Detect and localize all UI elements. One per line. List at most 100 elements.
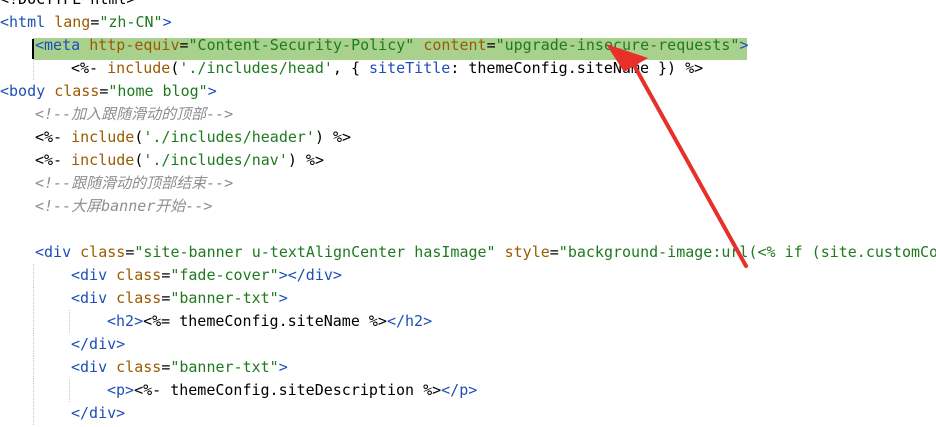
code-token: <%- bbox=[71, 59, 108, 77]
code-token: siteTitle bbox=[369, 59, 451, 77]
code-token: "upgrade-insecure-requests" bbox=[495, 36, 740, 54]
code-token: > bbox=[278, 289, 288, 307]
code-token: <body bbox=[0, 82, 46, 100]
code-token: lang bbox=[54, 13, 91, 31]
code-token: : themeConfig.siteName }) %> bbox=[450, 59, 704, 77]
code-token: = bbox=[90, 13, 100, 31]
code-line[interactable]: <div class="banner-txt"> bbox=[71, 356, 288, 379]
code-token: </p> bbox=[441, 381, 478, 399]
code-token: = bbox=[549, 243, 559, 261]
code-token: = bbox=[125, 243, 135, 261]
code-line[interactable]: <!DOCTYPE html> bbox=[0, 0, 135, 11]
code-line[interactable]: <%- include('./includes/nav') %> bbox=[35, 149, 324, 172]
code-token: = bbox=[486, 36, 496, 54]
code-line[interactable]: <!--跟随滑动的顶部结束--> bbox=[35, 172, 233, 195]
code-token: > bbox=[207, 82, 217, 100]
code-token: > bbox=[278, 358, 288, 376]
code-token: "banner-txt" bbox=[170, 289, 279, 307]
code-token: ) %> bbox=[314, 128, 352, 146]
code-token: "site-banner u-textAlignCenter hasImage" bbox=[134, 243, 496, 261]
code-token: http-equiv bbox=[89, 36, 180, 54]
code-token: class bbox=[80, 243, 126, 261]
indent-guide bbox=[33, 310, 34, 333]
code-token: </h2> bbox=[386, 312, 433, 330]
indent-guide bbox=[33, 402, 34, 425]
code-token: </div> bbox=[71, 404, 126, 422]
code-token: <%= themeConfig.siteName %> bbox=[143, 312, 387, 330]
code-line[interactable]: </div> bbox=[71, 402, 125, 425]
code-token: <h2> bbox=[107, 312, 144, 330]
indent-guide bbox=[33, 379, 34, 402]
code-line[interactable]: <%- include('./includes/head', { siteTit… bbox=[71, 57, 703, 80]
code-token: > bbox=[162, 13, 172, 31]
indent-guide bbox=[33, 333, 34, 356]
code-line[interactable]: <div class="fade-cover"></div> bbox=[71, 264, 342, 287]
indent-guide bbox=[33, 264, 34, 287]
code-line[interactable]: </div> bbox=[71, 333, 125, 356]
code-token: <!--大屏banner开始--> bbox=[35, 197, 213, 215]
code-token: = bbox=[161, 358, 171, 376]
code-token: <%- bbox=[35, 128, 72, 146]
code-token: "background-image:url(<% if (site.custom… bbox=[558, 243, 936, 261]
code-line[interactable]: <h2><%= themeConfig.siteName %></h2> bbox=[107, 310, 432, 333]
code-token: ) %> bbox=[287, 151, 324, 169]
code-token: <!--跟随滑动的顶部结束--> bbox=[35, 174, 234, 192]
code-token: './includes/nav' bbox=[143, 151, 288, 169]
code-line[interactable]: <div class="site-banner u-textAlignCente… bbox=[35, 241, 936, 264]
code-token: include bbox=[71, 151, 135, 169]
code-line[interactable]: <body class="home blog"> bbox=[0, 80, 217, 103]
code-token: class bbox=[54, 82, 100, 100]
code-token: <html bbox=[0, 13, 46, 31]
code-editor[interactable]: <!DOCTYPE html><html lang="zh-CN"><meta … bbox=[0, 0, 936, 427]
code-line[interactable]: <!--大屏banner开始--> bbox=[35, 195, 212, 218]
code-line[interactable]: <%- include('./includes/header') %> bbox=[35, 126, 351, 149]
code-token: "banner-txt" bbox=[170, 358, 279, 376]
code-token: './includes/header' bbox=[143, 128, 315, 146]
code-line[interactable]: <div class="banner-txt"> bbox=[71, 287, 288, 310]
code-token: "zh-CN" bbox=[99, 13, 163, 31]
code-token: content bbox=[423, 36, 487, 54]
code-token: "Content-Security-Policy" bbox=[188, 36, 415, 54]
code-token: = bbox=[179, 36, 189, 54]
code-token: <div bbox=[71, 358, 108, 376]
code-token: class bbox=[116, 289, 162, 307]
code-token: './includes/head' bbox=[179, 59, 333, 77]
indent-guide bbox=[33, 57, 34, 80]
code-token: "fade-cover" bbox=[170, 266, 279, 284]
code-token: style bbox=[504, 243, 550, 261]
code-line[interactable]: <p><%- themeConfig.siteDescription %></p… bbox=[107, 379, 477, 402]
code-token: class bbox=[116, 358, 162, 376]
indent-guide bbox=[69, 379, 70, 402]
code-token: <%- themeConfig.siteDescription %> bbox=[134, 381, 442, 399]
code-token: class bbox=[116, 266, 162, 284]
code-token: <p> bbox=[107, 381, 135, 399]
indent-guide bbox=[33, 287, 34, 310]
code-token: </div> bbox=[71, 335, 126, 353]
code-token: , { bbox=[332, 59, 370, 77]
code-line[interactable]: <!--加入跟随滑动的顶部--> bbox=[35, 103, 233, 126]
code-token: <div bbox=[71, 266, 108, 284]
code-line-highlighted[interactable]: <meta http-equiv="Content-Security-Polic… bbox=[35, 34, 748, 57]
code-token: <!--加入跟随滑动的顶部--> bbox=[35, 105, 234, 123]
indent-guide bbox=[69, 310, 70, 333]
code-token: include bbox=[107, 59, 171, 77]
code-token: include bbox=[71, 128, 135, 146]
indent-guide bbox=[33, 356, 34, 379]
arrow-shaft bbox=[628, 56, 748, 268]
code-token: <div bbox=[35, 243, 72, 261]
code-line[interactable]: <html lang="zh-CN"> bbox=[0, 11, 172, 34]
code-token: = bbox=[161, 289, 171, 307]
code-token: = bbox=[161, 266, 171, 284]
code-token: <!DOCTYPE html> bbox=[0, 0, 135, 8]
code-token: <meta bbox=[35, 36, 81, 54]
code-token: <div bbox=[71, 289, 108, 307]
code-token: > bbox=[739, 36, 749, 54]
